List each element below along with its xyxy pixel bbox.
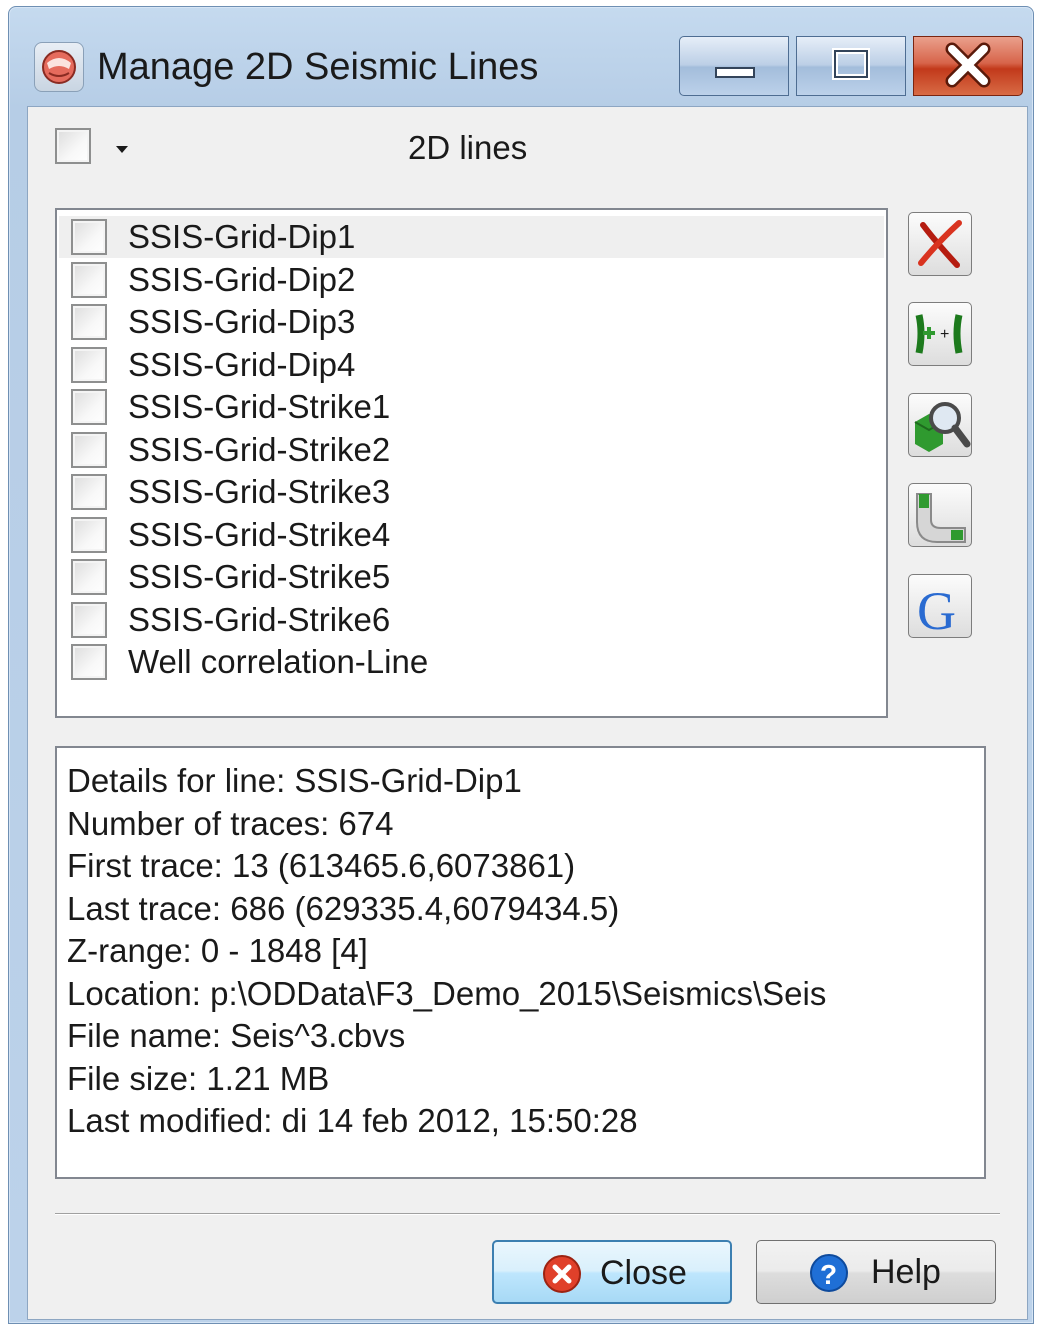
maximize-button[interactable] bbox=[796, 36, 906, 96]
help-button-label: Help bbox=[871, 1253, 941, 1291]
line-checkbox[interactable] bbox=[71, 304, 107, 340]
help-button[interactable]: ? Help bbox=[756, 1240, 996, 1304]
chevron-down-icon bbox=[116, 146, 128, 153]
line-checkbox[interactable] bbox=[71, 644, 107, 680]
list-item[interactable]: SSIS-Grid-Dip3 bbox=[59, 301, 884, 343]
select-all-checkbox[interactable] bbox=[55, 128, 91, 164]
list-item[interactable]: SSIS-Grid-Strike3 bbox=[59, 471, 884, 513]
list-item-label: SSIS-Grid-Strike6 bbox=[128, 600, 391, 638]
line-details-panel: Details for line: SSIS-Grid-Dip1 Number … bbox=[55, 746, 986, 1179]
geometry-button[interactable] bbox=[908, 483, 972, 547]
details-first-trace: First trace: 13 (613465.6,6073861) bbox=[67, 847, 576, 884]
svg-text:G: G bbox=[917, 581, 956, 637]
details-location: Location: p:\ODData\F3_Demo_2015\Seismic… bbox=[67, 974, 827, 1012]
line-checkbox[interactable] bbox=[71, 346, 107, 383]
merge-lines-icon: + bbox=[915, 314, 963, 354]
lines-listbox[interactable]: SSIS-Grid-Dip1 SSIS-Grid-Dip2 SSIS-Grid-… bbox=[55, 208, 888, 718]
list-item[interactable]: SSIS-Grid-Strike2 bbox=[59, 429, 884, 471]
list-item-label: SSIS-Grid-Strike1 bbox=[128, 388, 391, 425]
details-z-range: Z-range: 0 - 1848 [4] bbox=[67, 932, 368, 969]
browse-button[interactable] bbox=[908, 393, 972, 457]
minimize-button[interactable] bbox=[679, 36, 789, 96]
list-item-label: SSIS-Grid-Dip2 bbox=[128, 260, 356, 298]
line-checkbox[interactable] bbox=[71, 431, 107, 468]
details-line-name: Details for line: SSIS-Grid-Dip1 bbox=[67, 762, 522, 799]
cancel-circle-icon bbox=[543, 1255, 581, 1293]
line-checkbox[interactable] bbox=[71, 601, 107, 638]
line-checkbox[interactable] bbox=[71, 261, 107, 298]
window-title: Manage 2D Seismic Lines bbox=[97, 46, 539, 88]
details-trace-count: Number of traces: 674 bbox=[67, 804, 394, 842]
google-export-button[interactable]: G bbox=[908, 574, 972, 638]
list-item[interactable]: SSIS-Grid-Strike1 bbox=[59, 386, 884, 428]
list-item[interactable]: SSIS-Grid-Strike5 bbox=[59, 556, 884, 598]
list-item[interactable]: SSIS-Grid-Strike6 bbox=[59, 599, 884, 641]
list-item[interactable]: SSIS-Grid-Dip4 bbox=[59, 344, 884, 386]
merge-lines-button[interactable]: + bbox=[908, 302, 972, 366]
list-item-label: SSIS-Grid-Strike2 bbox=[128, 430, 391, 468]
list-item[interactable]: SSIS-Grid-Dip2 bbox=[59, 259, 884, 301]
list-item-label: SSIS-Grid-Dip1 bbox=[128, 218, 356, 255]
list-item-label: SSIS-Grid-Strike3 bbox=[128, 473, 391, 510]
line-checkbox[interactable] bbox=[71, 516, 107, 553]
details-file-name: File name: Seis^3.cbvs bbox=[67, 1017, 406, 1054]
help-icon: ? bbox=[810, 1254, 848, 1292]
select-all-dropdown[interactable] bbox=[107, 128, 137, 168]
details-file-size: File size: 1.21 MB bbox=[67, 1059, 330, 1097]
line-checkbox[interactable] bbox=[71, 389, 107, 425]
browse-icon bbox=[914, 402, 971, 452]
list-item-label: SSIS-Grid-Strike5 bbox=[128, 558, 391, 595]
separator bbox=[55, 1213, 1000, 1215]
close-button[interactable]: Close bbox=[492, 1240, 732, 1304]
close-button-label: Close bbox=[600, 1254, 687, 1292]
line-checkbox[interactable] bbox=[71, 559, 107, 595]
line-checkbox[interactable] bbox=[71, 474, 107, 510]
details-last-trace: Last trace: 686 (629335.4,6079434.5) bbox=[67, 889, 620, 927]
delete-line-button[interactable] bbox=[908, 212, 972, 276]
geometry-icon bbox=[916, 493, 966, 543]
window-close-button[interactable] bbox=[913, 36, 1023, 96]
opendtect-app-icon bbox=[34, 42, 84, 92]
google-export-icon: G bbox=[917, 581, 956, 637]
list-item-label: Well correlation-Line bbox=[128, 643, 429, 680]
list-item[interactable]: Well correlation-Line bbox=[59, 641, 884, 683]
svg-text:?: ? bbox=[820, 1259, 837, 1290]
minimize-icon bbox=[715, 67, 755, 78]
list-header-label: 2D lines bbox=[408, 129, 528, 166]
line-checkbox[interactable] bbox=[71, 219, 107, 255]
list-item-label: SSIS-Grid-Dip4 bbox=[128, 345, 356, 383]
list-item-label: SSIS-Grid-Strike4 bbox=[128, 515, 391, 553]
list-item-label: SSIS-Grid-Dip3 bbox=[128, 303, 356, 340]
list-item[interactable]: SSIS-Grid-Strike4 bbox=[59, 514, 884, 556]
close-icon bbox=[945, 42, 991, 88]
svg-text:+: + bbox=[940, 326, 949, 343]
delete-icon bbox=[918, 220, 962, 268]
details-last-modified: Last modified: di 14 feb 2012, 15:50:28 bbox=[67, 1102, 638, 1139]
maximize-icon bbox=[832, 48, 870, 80]
list-item[interactable]: SSIS-Grid-Dip1 bbox=[59, 216, 884, 258]
